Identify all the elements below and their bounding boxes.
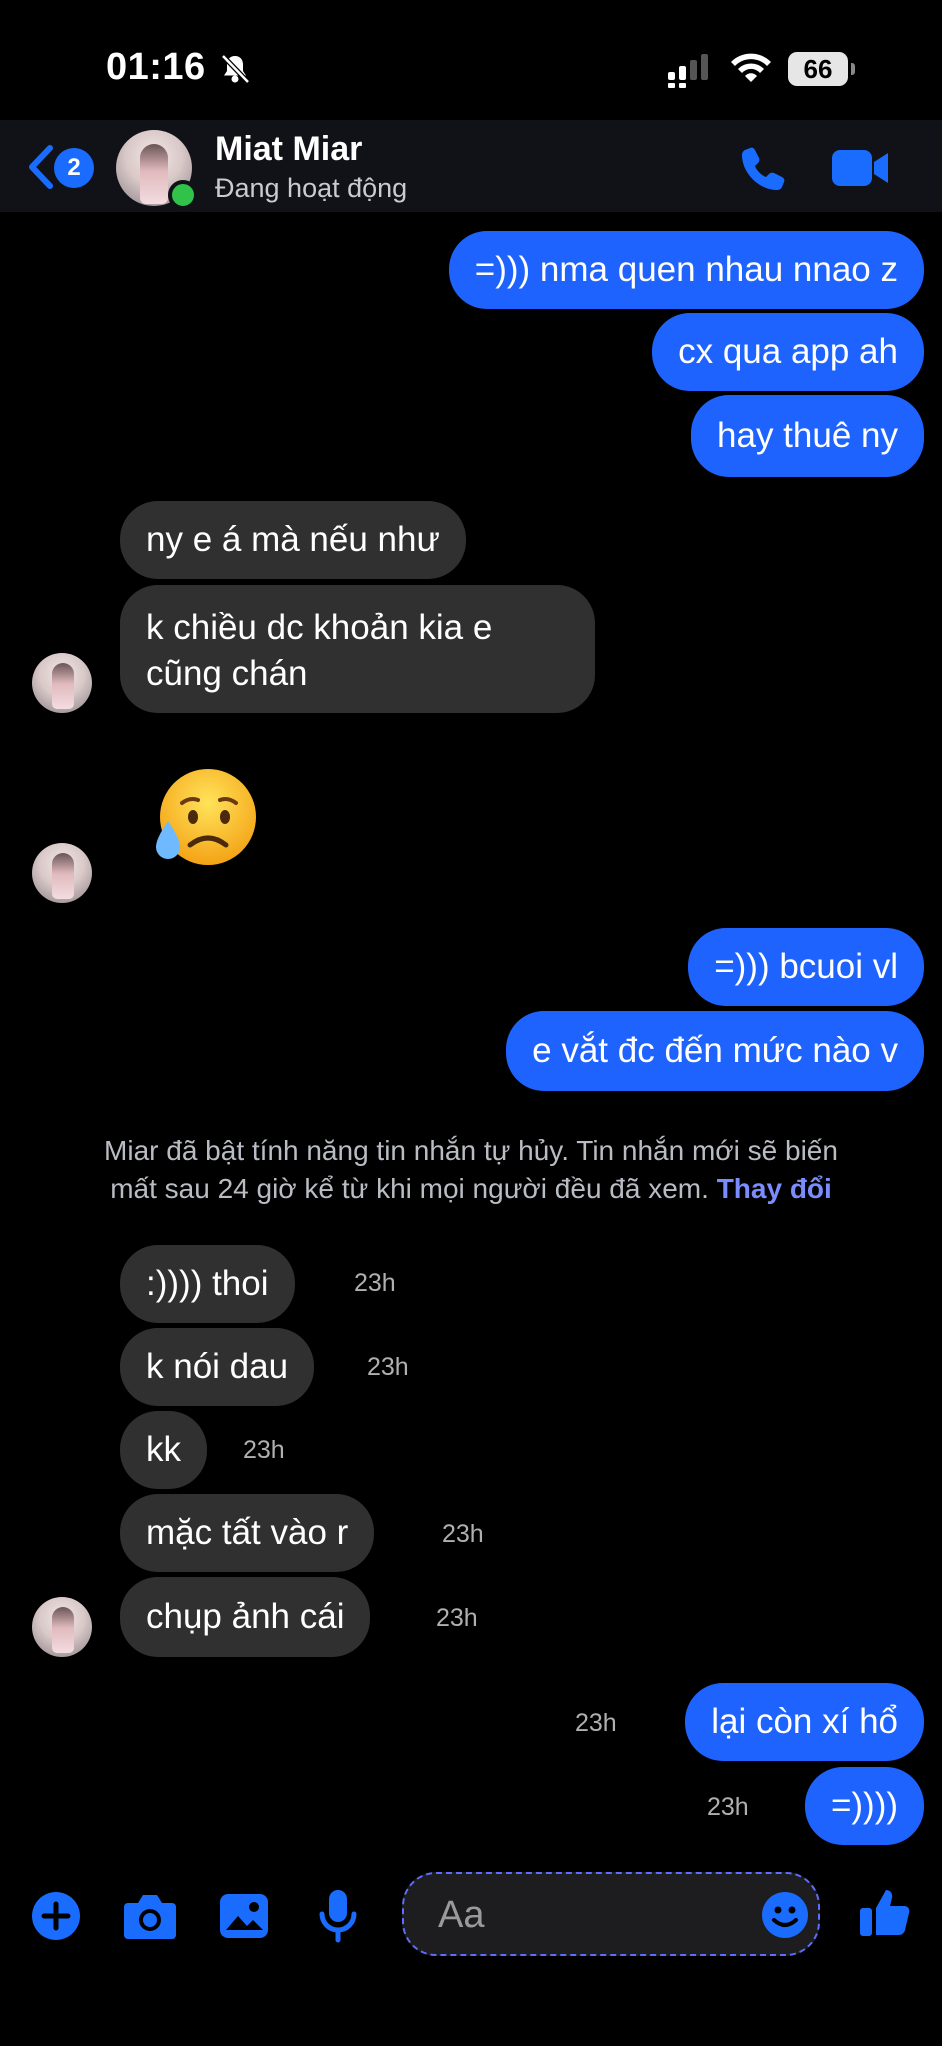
battery-icon: 66 [788, 52, 855, 86]
message-timestamp: 23h [243, 1436, 285, 1464]
smiley-icon[interactable] [760, 1890, 810, 1940]
notice-text: mất sau 24 giờ kể từ khi mọi người đều đ… [110, 1173, 709, 1204]
message-bubble-outgoing[interactable]: =)))) [804, 1767, 924, 1845]
sender-avatar[interactable] [32, 843, 92, 903]
message-bubble-outgoing[interactable]: lại còn xí hổ [685, 1683, 924, 1761]
message-bubble-outgoing[interactable]: =))) bcuoi vl [688, 928, 924, 1006]
message-bubble-incoming[interactable]: ny e á mà nếu như [120, 501, 466, 579]
sad-but-relieved-face-emoji[interactable] [150, 765, 260, 875]
unread-badge[interactable]: 2 [54, 148, 94, 188]
message-bubble-incoming[interactable]: :)))) thoi [120, 1245, 295, 1323]
message-line: cũng chán [146, 654, 308, 693]
message-timestamp: 23h [354, 1269, 396, 1297]
plus-icon[interactable] [30, 1890, 82, 1942]
sender-avatar[interactable] [32, 653, 92, 713]
status-bar: 01:16 66 [0, 0, 942, 120]
message-timestamp: 23h [436, 1604, 478, 1632]
message-input[interactable]: Aa [402, 1872, 820, 1956]
message-input-placeholder: Aa [438, 1894, 485, 1936]
wifi-icon [731, 53, 771, 82]
back-chevron-icon[interactable] [26, 144, 56, 190]
disappearing-messages-notice: Miar đã bật tính năng tin nhắn tự hủy. T… [40, 1132, 902, 1208]
message-timestamp: 23h [707, 1793, 749, 1821]
video-camera-icon[interactable] [830, 146, 890, 190]
message-bubble-incoming[interactable]: mặc tất vào r [120, 1494, 375, 1572]
cellular-signal-icon [668, 54, 708, 88]
online-indicator [168, 180, 198, 210]
notice-line: mất sau 24 giờ kể từ khi mọi người đều đ… [40, 1170, 902, 1208]
message-line: k chiều dc khoản kia e [146, 608, 493, 647]
message-bubble-outgoing[interactable]: =))) nma quen nhau nnao z [448, 231, 924, 309]
message-bubble-outgoing[interactable]: cx qua app ah [652, 313, 924, 391]
notice-line: Miar đã bật tính năng tin nhắn tự hủy. T… [104, 1135, 838, 1166]
contact-name[interactable]: Miat Miar [215, 130, 362, 169]
thumbs-up-icon[interactable] [858, 1884, 914, 1940]
gallery-icon[interactable] [218, 1892, 270, 1940]
message-bubble-outgoing[interactable]: hay thuê ny [691, 395, 924, 477]
bell-slash-icon [221, 54, 250, 84]
status-time: 01:16 [106, 46, 206, 88]
message-timestamp: 23h [575, 1709, 617, 1737]
sender-avatar[interactable] [32, 1597, 92, 1657]
message-bubble-incoming[interactable]: chụp ảnh cái [120, 1577, 371, 1657]
message-bubble-incoming[interactable]: k nói dau [120, 1328, 315, 1406]
presence-status: Đang hoạt động [215, 173, 408, 203]
camera-icon[interactable] [122, 1891, 178, 1941]
message-bubble-incoming[interactable]: k chiều dc khoản kia e cũng chán [120, 585, 595, 713]
phone-icon[interactable] [740, 144, 788, 192]
message-bubble-outgoing[interactable]: e vắt đc đến mức nào v [506, 1011, 924, 1091]
change-setting-link[interactable]: Thay đổi [717, 1173, 832, 1204]
microphone-icon[interactable] [318, 1888, 358, 1944]
message-bubble-incoming[interactable]: kk [120, 1411, 207, 1489]
message-timestamp: 23h [442, 1520, 484, 1548]
message-timestamp: 23h [367, 1353, 409, 1381]
